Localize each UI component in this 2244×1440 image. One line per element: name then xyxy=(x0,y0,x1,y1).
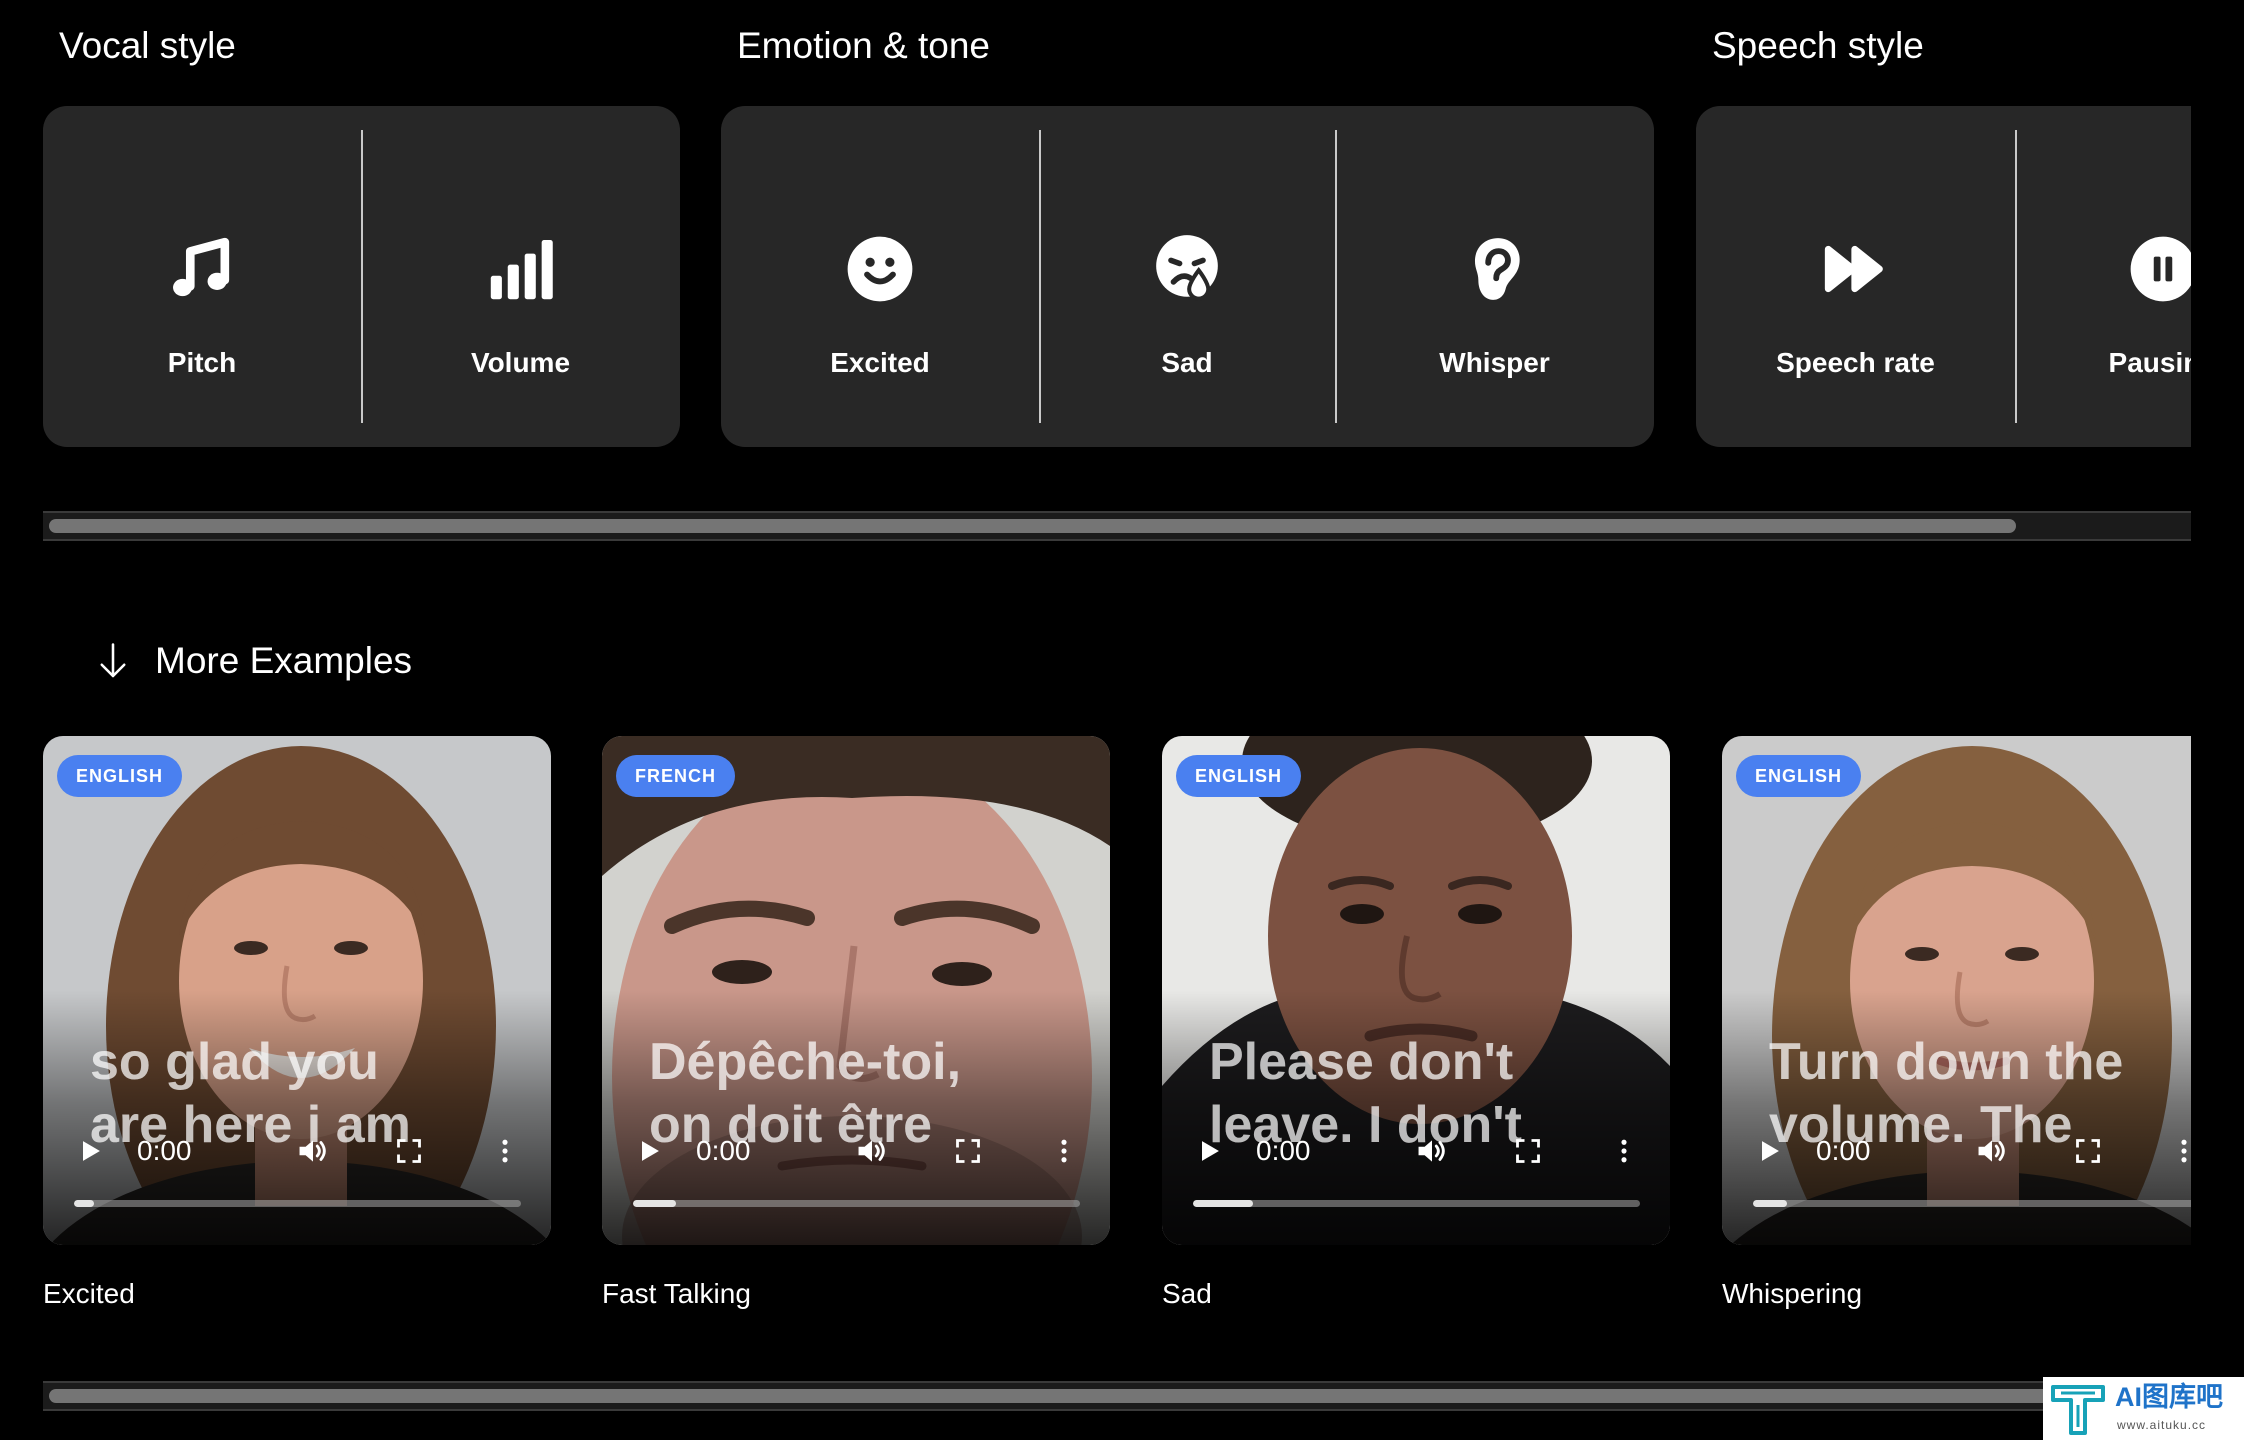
play-icon[interactable] xyxy=(1195,1137,1223,1165)
volume-icon[interactable] xyxy=(1415,1134,1449,1168)
categories-scrollbar[interactable] xyxy=(43,511,2191,541)
progress-fill xyxy=(1193,1200,1254,1207)
ear-icon xyxy=(1458,232,1532,306)
progress-fill xyxy=(633,1200,676,1207)
style-option-volume[interactable]: Volume xyxy=(361,106,680,447)
more-examples-heading: More Examples xyxy=(155,640,413,681)
play-icon[interactable] xyxy=(1755,1137,1783,1165)
style-categories-scroller[interactable]: Vocal style Pitch Volume Emotion & tone xyxy=(43,0,2191,480)
examples-scrollbar[interactable] xyxy=(43,1381,2191,1411)
fast-forward-icon xyxy=(1819,232,1893,306)
play-icon[interactable] xyxy=(635,1137,663,1165)
video-time: 0:00 xyxy=(696,1135,751,1166)
volume-icon[interactable] xyxy=(855,1134,889,1168)
sad-face-tear-icon xyxy=(1150,232,1224,306)
section-title: Vocal style xyxy=(59,25,236,66)
video-progress-bar[interactable] xyxy=(74,1200,521,1207)
video-shade xyxy=(43,736,551,1245)
video-player[interactable]: ENGLISH Please don't leave. I don't 0:00 xyxy=(1162,736,1670,1245)
arrow-down-icon xyxy=(95,641,131,681)
video-time: 0:00 xyxy=(137,1135,192,1166)
style-card: Excited Sad Whisper xyxy=(721,106,1654,447)
example-title: Excited xyxy=(43,1278,135,1309)
language-badge: ENGLISH xyxy=(1176,755,1302,797)
section-title: Speech style xyxy=(1712,25,1924,66)
style-card: Pitch Volume xyxy=(43,106,680,447)
video-time: 0:00 xyxy=(1816,1135,1871,1166)
style-option-label: Sad xyxy=(1161,347,1213,378)
progress-fill xyxy=(1753,1200,1788,1207)
caption-line: Turn down the xyxy=(1769,1033,2124,1091)
example-title: Fast Talking xyxy=(602,1278,751,1309)
more-options-icon[interactable] xyxy=(1050,1137,1078,1165)
section-title: Emotion & tone xyxy=(737,25,990,66)
video-progress-bar[interactable] xyxy=(1753,1200,2191,1207)
video-time: 0:00 xyxy=(1256,1135,1311,1166)
style-card: Speech rate Pausing xyxy=(1696,106,2191,447)
watermark-url: www.aituku.cc xyxy=(2117,1418,2207,1432)
fullscreen-icon[interactable] xyxy=(2074,1137,2102,1165)
caption-line: Please don't xyxy=(1209,1033,1514,1091)
smiley-face-icon xyxy=(843,232,917,306)
example-card: ENGLISH so glad you are here i am 0:00 E… xyxy=(43,736,551,1336)
play-icon[interactable] xyxy=(76,1137,104,1165)
signal-bars-icon xyxy=(484,232,558,306)
scrollbar-thumb[interactable] xyxy=(49,519,2016,533)
style-option-label: Pausing xyxy=(2108,347,2191,378)
watermark-logo-icon xyxy=(2049,1381,2107,1437)
watermark-name: AI图库吧 xyxy=(2115,1382,2223,1412)
examples-scroller[interactable]: ENGLISH so glad you are here i am 0:00 E… xyxy=(43,736,2191,1346)
pause-circle-icon xyxy=(2126,232,2191,306)
caption-line: Dépêche-toi, xyxy=(649,1033,962,1091)
more-options-icon[interactable] xyxy=(491,1137,519,1165)
volume-icon[interactable] xyxy=(296,1134,330,1168)
watermark: AI图库吧 www.aituku.cc xyxy=(2043,1377,2244,1440)
video-shade xyxy=(602,736,1110,1245)
example-card: ENGLISH Turn down the volume. The 0:00 W… xyxy=(1722,736,2191,1336)
music-note-icon xyxy=(165,232,239,306)
fullscreen-icon[interactable] xyxy=(954,1137,982,1165)
fullscreen-icon[interactable] xyxy=(395,1137,423,1165)
style-option-label: Volume xyxy=(470,347,571,378)
more-options-icon[interactable] xyxy=(1610,1137,1638,1165)
progress-fill xyxy=(74,1200,95,1207)
language-badge: FRENCH xyxy=(616,755,735,797)
style-option-whisper[interactable]: Whisper xyxy=(1335,106,1654,447)
caption-line: so glad you xyxy=(90,1033,379,1091)
fullscreen-icon[interactable] xyxy=(1514,1137,1542,1165)
video-shade xyxy=(1722,736,2191,1245)
style-option-pausing[interactable]: Pausing xyxy=(2015,106,2191,447)
video-player[interactable]: ENGLISH Turn down the volume. The 0:00 xyxy=(1722,736,2191,1245)
style-option-speech-rate[interactable]: Speech rate xyxy=(1696,106,2015,447)
video-player[interactable]: ENGLISH so glad you are here i am 0:00 xyxy=(43,736,551,1245)
language-badge: ENGLISH xyxy=(57,755,183,797)
example-title: Whispering xyxy=(1722,1278,1863,1309)
video-progress-bar[interactable] xyxy=(633,1200,1080,1207)
example-card: FRENCH Dépêche-toi, on doit être 0:00 Fa… xyxy=(602,736,1110,1336)
style-option-label: Whisper xyxy=(1439,347,1550,378)
language-badge: ENGLISH xyxy=(1736,755,1862,797)
video-progress-bar[interactable] xyxy=(1193,1200,1640,1207)
style-option-label: Pitch xyxy=(167,347,237,378)
video-shade xyxy=(1162,736,1670,1245)
example-title: Sad xyxy=(1162,1278,1212,1309)
style-option-label: Speech rate xyxy=(1776,347,1935,378)
volume-icon[interactable] xyxy=(1975,1134,2009,1168)
style-option-excited[interactable]: Excited xyxy=(721,106,1039,447)
video-player[interactable]: FRENCH Dépêche-toi, on doit être 0:00 xyxy=(602,736,1110,1245)
more-options-icon[interactable] xyxy=(2170,1137,2191,1165)
example-card: ENGLISH Please don't leave. I don't 0:00… xyxy=(1162,736,1670,1336)
style-option-pitch[interactable]: Pitch xyxy=(43,106,361,447)
style-option-sad[interactable]: Sad xyxy=(1039,106,1335,447)
scrollbar-thumb[interactable] xyxy=(49,1389,2069,1403)
style-option-label: Excited xyxy=(830,347,930,378)
